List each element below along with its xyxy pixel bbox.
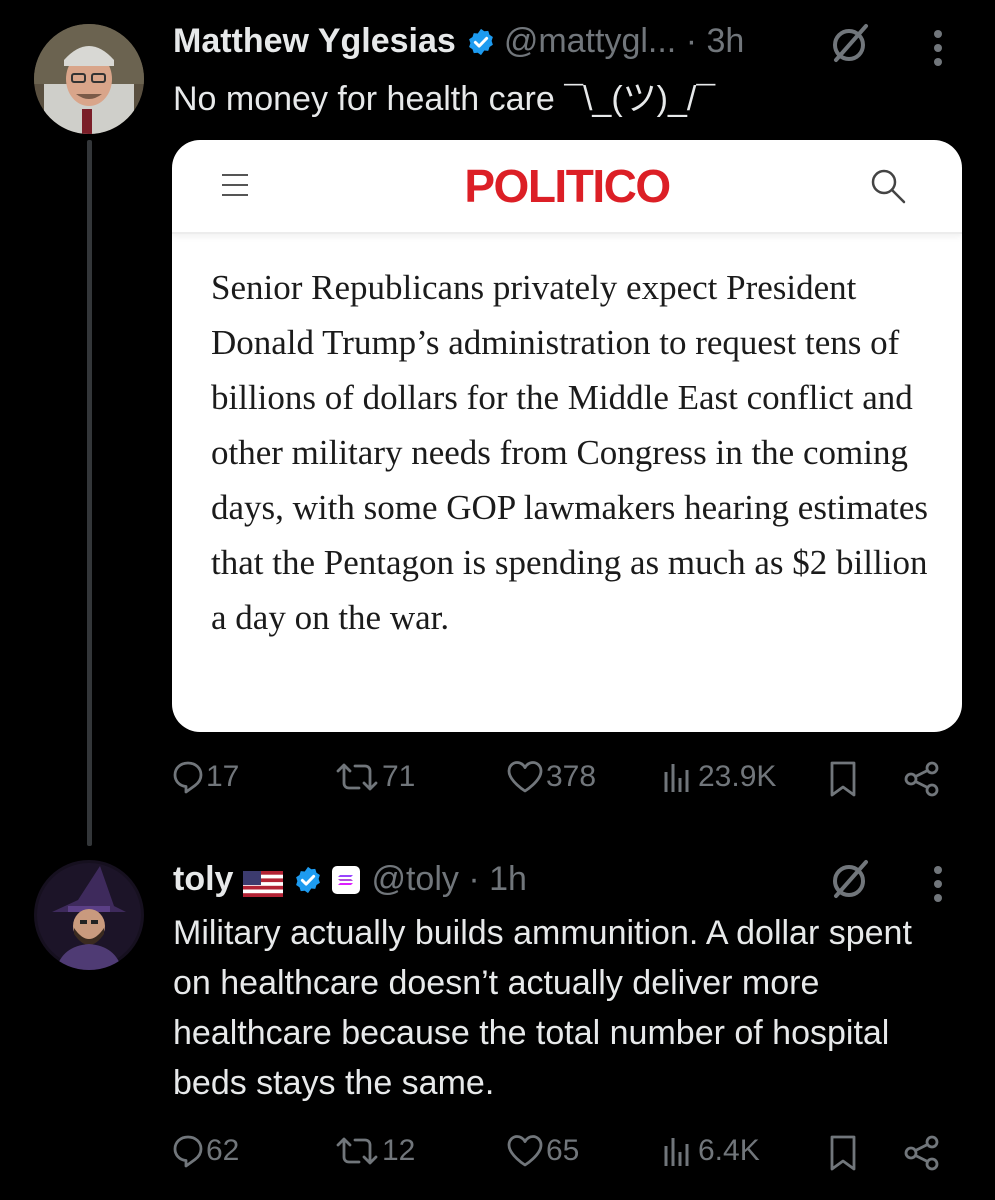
views-button[interactable]: 6.4K: [660, 1134, 760, 1168]
solana-affiliate-icon[interactable]: [331, 865, 361, 895]
views-icon: [664, 764, 689, 792]
author-name[interactable]: Matthew Yglesias: [173, 22, 456, 61]
grok-icon[interactable]: [828, 22, 872, 66]
verified-icon: [293, 865, 323, 895]
heart-icon: [507, 1135, 543, 1167]
author-handle[interactable]: @toly: [371, 860, 458, 899]
reply-icon: [173, 1135, 203, 1168]
us-flag-icon: [243, 867, 284, 897]
more-options-icon[interactable]: [933, 864, 943, 904]
article-excerpt: Senior Republicans privately expect Pres…: [211, 268, 929, 637]
more-options-icon[interactable]: [933, 28, 943, 68]
repost-button[interactable]: 71: [334, 760, 415, 794]
media-card[interactable]: POLITICO Senior Republicans privately ex…: [172, 140, 962, 732]
avatar[interactable]: [34, 860, 144, 970]
search-icon: [870, 168, 906, 209]
like-count: 65: [546, 1134, 580, 1167]
verified-icon: [466, 27, 496, 57]
bookmark-icon: [830, 761, 856, 797]
views-button[interactable]: 23.9K: [660, 760, 776, 794]
reply-button[interactable]: 17: [172, 760, 239, 794]
timestamp[interactable]: 3h: [706, 22, 744, 61]
separator-dot: ·: [676, 22, 707, 60]
thread-connector-line: [87, 140, 92, 846]
bookmark-button[interactable]: [828, 760, 858, 798]
reply-count: 62: [206, 1134, 240, 1167]
heart-icon: [507, 761, 543, 793]
tweet-header: Matthew Yglesias @mattygl... · 3h: [173, 22, 744, 61]
share-button[interactable]: [902, 1134, 942, 1172]
repost-icon: [336, 1137, 378, 1165]
separator-dot: ·: [458, 860, 490, 898]
bookmark-button[interactable]: [828, 1134, 858, 1172]
politico-logo: POLITICO: [464, 160, 671, 212]
card-header: POLITICO: [172, 140, 962, 234]
tweet-text: No money for health care ¯\_(ツ)_/¯: [173, 80, 716, 118]
reply-icon: [173, 761, 203, 794]
timestamp[interactable]: 1h: [489, 860, 527, 899]
like-button[interactable]: 378: [506, 760, 596, 794]
view-count: 23.9K: [698, 760, 777, 793]
repost-count: 12: [382, 1134, 416, 1167]
tweet-actions: 17 71 378 23.9K: [172, 760, 952, 804]
share-icon: [904, 1135, 939, 1171]
view-count: 6.4K: [698, 1134, 760, 1167]
like-button[interactable]: 65: [506, 1134, 579, 1168]
share-button[interactable]: [902, 760, 942, 798]
tweet-header: toly @toly · 1h: [173, 860, 527, 899]
repost-count: 71: [382, 760, 416, 793]
repost-button[interactable]: 12: [334, 1134, 415, 1168]
author-name[interactable]: toly: [173, 860, 233, 899]
tweet-actions: 62 12 65 6.4K: [172, 1134, 952, 1178]
like-count: 378: [546, 760, 597, 793]
grok-icon[interactable]: [828, 858, 872, 902]
author-handle[interactable]: @mattygl...: [504, 22, 676, 61]
reply-count: 17: [206, 760, 240, 793]
avatar[interactable]: [34, 24, 144, 134]
reply-button[interactable]: 62: [172, 1134, 239, 1168]
repost-icon: [336, 763, 378, 791]
bookmark-icon: [830, 1135, 856, 1171]
views-icon: [664, 1138, 689, 1166]
tweet-text: Military actually builds ammunition. A d…: [173, 914, 912, 1102]
share-icon: [904, 761, 939, 797]
